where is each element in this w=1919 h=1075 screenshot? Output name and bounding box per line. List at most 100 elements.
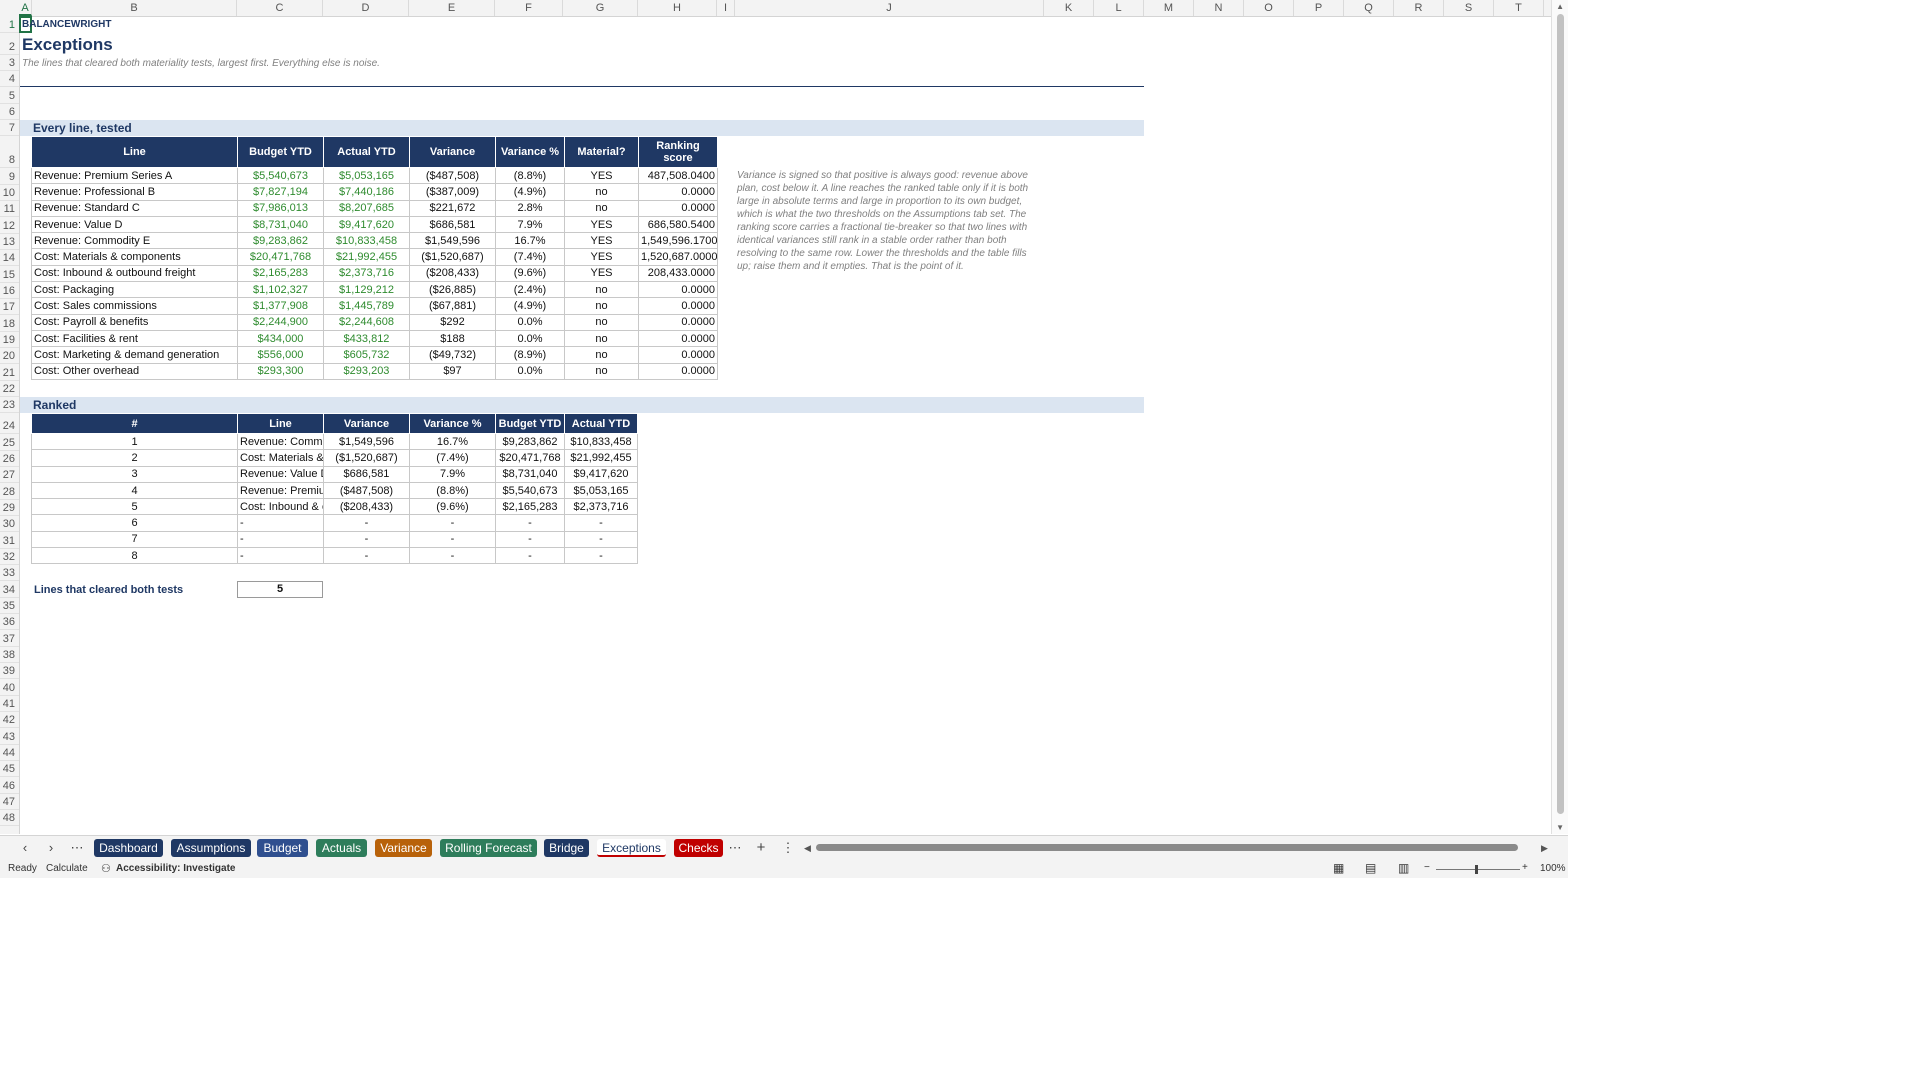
row-header-12[interactable]: 12 [0, 217, 19, 234]
table-cell[interactable]: Revenue: Commodity E [31, 232, 238, 250]
table-cell[interactable]: Cost: Inbound & outbound freight [31, 264, 238, 283]
column-header-e[interactable]: E [409, 0, 495, 16]
column-header-h[interactable]: H [638, 0, 717, 16]
table-cell[interactable]: $9,417,620 [323, 215, 410, 234]
accessibility-status[interactable]: Accessibility: Investigate [116, 863, 236, 874]
table-cell[interactable]: - [495, 547, 565, 565]
table-cell[interactable]: $1,377,908 [237, 297, 324, 315]
hscroll-left-icon[interactable]: ◀ [804, 843, 811, 854]
table-cell[interactable]: Cost: Facilities & rent [31, 329, 238, 348]
tab-scroll-left-icon[interactable]: ‹ [16, 839, 34, 857]
row-header-29[interactable]: 29 [0, 500, 19, 516]
table-cell[interactable]: - [323, 530, 410, 549]
table-cell[interactable]: no [564, 362, 639, 380]
table-cell[interactable]: ($487,508) [409, 166, 496, 185]
table-cell[interactable]: 7.9% [409, 465, 496, 483]
table-cell[interactable]: - [237, 530, 324, 549]
row-header-44[interactable]: 44 [0, 745, 19, 761]
row-header-1[interactable]: 1 [0, 16, 19, 33]
row-header-25[interactable]: 25 [0, 434, 19, 451]
column-header-j[interactable]: J [735, 0, 1044, 16]
table-cell[interactable]: no [564, 346, 639, 364]
column-header-c[interactable]: C [237, 0, 323, 16]
table-cell[interactable]: Revenue: Value D [237, 465, 324, 483]
tab-assumptions[interactable]: Assumptions [171, 839, 251, 857]
table-cell[interactable]: no [564, 183, 639, 201]
column-header-i[interactable]: I [717, 0, 735, 16]
table-cell[interactable]: $221,672 [409, 199, 496, 217]
table-cell[interactable]: - [237, 514, 324, 532]
tab-variance[interactable]: Variance [375, 839, 432, 857]
row-header-10[interactable]: 10 [0, 185, 19, 201]
table-cell[interactable]: $8,731,040 [237, 215, 324, 234]
row-header-21[interactable]: 21 [0, 364, 19, 381]
table-cell[interactable]: $7,827,194 [237, 183, 324, 201]
row-header-33[interactable]: 33 [0, 565, 19, 581]
tab-dashboard[interactable]: Dashboard [94, 839, 163, 857]
table-cell[interactable]: $2,165,283 [495, 498, 565, 516]
tab-bridge[interactable]: Bridge [544, 839, 589, 857]
column-header-b[interactable]: B [32, 0, 237, 16]
table-cell[interactable]: 487,508.0400 [638, 166, 718, 185]
vertical-scrollbar[interactable]: ▲ ▼ [1551, 0, 1568, 834]
table-cell[interactable]: Revenue: Standard C [31, 199, 238, 217]
row-header-46[interactable]: 46 [0, 777, 19, 794]
table-cell[interactable]: $1,129,212 [323, 281, 410, 299]
table-cell[interactable]: $5,540,673 [495, 481, 565, 500]
zoom-slider[interactable] [1436, 869, 1520, 870]
table-cell[interactable]: Revenue: Commo [237, 432, 324, 451]
table-cell[interactable]: 0.0000 [638, 329, 718, 348]
column-header-l[interactable]: L [1094, 0, 1144, 16]
row-header-4[interactable]: 4 [0, 71, 19, 87]
table-cell[interactable]: $292 [409, 313, 496, 331]
table-cell[interactable]: 0.0000 [638, 313, 718, 331]
row-header-22[interactable]: 22 [0, 381, 19, 397]
row-header-48[interactable]: 48 [0, 810, 19, 826]
table-cell[interactable]: - [564, 514, 638, 532]
row-header-5[interactable]: 5 [0, 87, 19, 104]
table-cell[interactable]: 0.0000 [638, 199, 718, 217]
table-cell[interactable]: $7,440,186 [323, 183, 410, 201]
row-header-27[interactable]: 27 [0, 467, 19, 483]
row-header-34[interactable]: 34 [0, 581, 19, 598]
more-tabs-right-icon[interactable]: ⋯ [726, 839, 744, 857]
row-header-2[interactable]: 2 [0, 33, 19, 55]
table-cell[interactable]: 0.0000 [638, 346, 718, 364]
row-header-9[interactable]: 9 [0, 168, 19, 185]
row-header-8[interactable]: 8 [0, 136, 19, 168]
tab-rolling-forecast[interactable]: Rolling Forecast [440, 839, 537, 857]
table-cell[interactable]: 0.0000 [638, 297, 718, 315]
table-cell[interactable]: $8,207,685 [323, 199, 410, 217]
table-cell[interactable]: - [323, 547, 410, 565]
row-header-41[interactable]: 41 [0, 696, 19, 712]
table-cell[interactable]: $686,581 [323, 465, 410, 483]
scroll-down-icon[interactable]: ▼ [1556, 823, 1564, 832]
table-cell[interactable]: $9,283,862 [237, 232, 324, 250]
row-header-35[interactable]: 35 [0, 598, 19, 614]
table-cell[interactable]: (8.8%) [409, 481, 496, 500]
table-cell[interactable]: YES [564, 166, 639, 185]
table-cell[interactable]: YES [564, 215, 639, 234]
table-cell[interactable]: 1 [31, 432, 238, 451]
table-cell[interactable]: Cost: Materials & [237, 449, 324, 467]
table-cell[interactable]: Revenue: Premium Series A [31, 166, 238, 185]
row-header-15[interactable]: 15 [0, 266, 19, 283]
table-cell[interactable]: - [564, 547, 638, 565]
column-header-q[interactable]: Q [1344, 0, 1394, 16]
column-header-g[interactable]: G [563, 0, 638, 16]
calculate-button[interactable]: Calculate [46, 863, 88, 874]
table-cell[interactable]: $188 [409, 329, 496, 348]
table-cell[interactable]: 0.0000 [638, 362, 718, 380]
zoom-level[interactable]: 100% [1540, 863, 1566, 874]
table-cell[interactable]: Revenue: Value D [31, 215, 238, 234]
table-cell[interactable]: $10,833,458 [323, 232, 410, 250]
table-cell[interactable]: (9.6%) [495, 264, 565, 283]
table-cell[interactable]: Revenue: Professional B [31, 183, 238, 201]
tab-checks[interactable]: Checks [674, 839, 723, 857]
tab-budget[interactable]: Budget [257, 839, 308, 857]
summary-count[interactable]: 5 [237, 581, 323, 598]
row-header-37[interactable]: 37 [0, 630, 19, 647]
table-cell[interactable]: $556,000 [237, 346, 324, 364]
table-cell[interactable]: $97 [409, 362, 496, 380]
table-cell[interactable]: Revenue: Premiur [237, 481, 324, 500]
